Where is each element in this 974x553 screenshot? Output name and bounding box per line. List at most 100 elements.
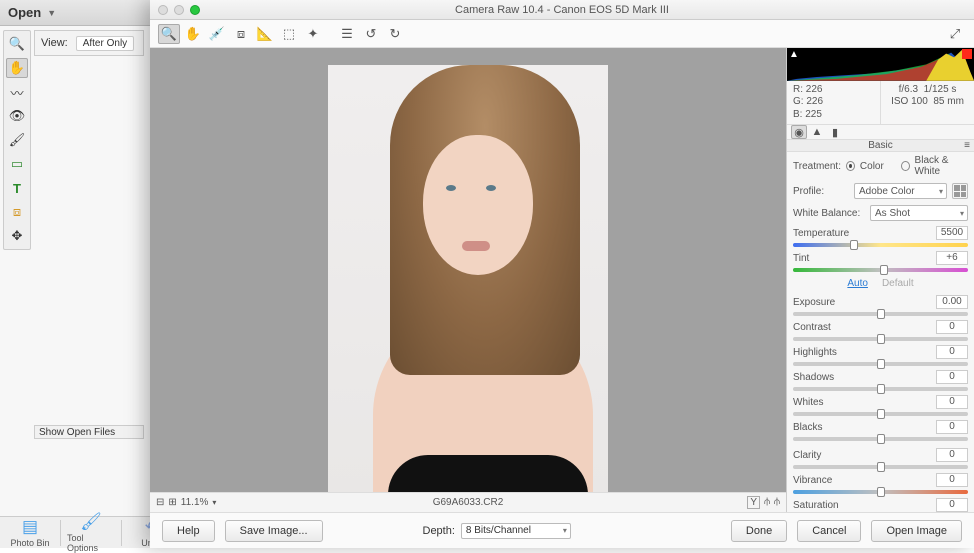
white-balance-select[interactable]: As Shot bbox=[870, 205, 968, 221]
window-controls[interactable] bbox=[158, 5, 200, 15]
exposure-value[interactable]: 0.00 bbox=[936, 295, 968, 309]
lens-value: 85 mm bbox=[933, 96, 964, 107]
rotate-cw-icon[interactable]: ↻ bbox=[384, 24, 406, 44]
saturation-value[interactable]: 0 bbox=[936, 498, 968, 512]
depth-select[interactable]: 8 Bits/Channel bbox=[461, 523, 571, 539]
shadow-clip-icon[interactable]: ▲ bbox=[789, 49, 799, 59]
tint-value[interactable]: +6 bbox=[936, 251, 968, 265]
highlights-value[interactable]: 0 bbox=[936, 345, 968, 359]
rotate-ccw-icon[interactable]: ↺ bbox=[360, 24, 382, 44]
rgb-g: 226 bbox=[806, 96, 823, 107]
zoom-tool-icon[interactable]: 🔍 bbox=[158, 24, 180, 44]
shadows-value[interactable]: 0 bbox=[936, 370, 968, 384]
open-menu[interactable]: Open bbox=[8, 5, 41, 20]
preview-footer: ⊟ ⊞ 11.1% ▾ G69A6033.CR2 Y ⫛ ⫛ bbox=[150, 492, 786, 512]
fullscreen-icon[interactable]: ⤢ bbox=[944, 24, 966, 44]
view-bar: View: After Only bbox=[34, 30, 144, 56]
rgb-b: 225 bbox=[805, 109, 822, 120]
white-balance-tool-icon[interactable]: 💉 bbox=[206, 24, 228, 44]
save-image-button[interactable]: Save Image... bbox=[225, 520, 323, 542]
tool-options-button[interactable]: 🖌Tool Options bbox=[67, 512, 115, 553]
saturation-slider[interactable]: Saturation0 bbox=[787, 496, 974, 512]
iso-value: ISO 100 bbox=[891, 96, 928, 107]
panel-menu-icon[interactable]: ≡ bbox=[964, 140, 970, 151]
rgb-r: 226 bbox=[806, 84, 823, 95]
profile-select[interactable]: Adobe Color bbox=[854, 183, 947, 199]
preview-image bbox=[328, 65, 608, 495]
eye-tool-icon[interactable]: 👁 bbox=[6, 106, 28, 126]
contrast-slider[interactable]: Contrast0 bbox=[787, 318, 974, 343]
done-button[interactable]: Done bbox=[731, 520, 787, 542]
profile-browser-icon[interactable] bbox=[952, 183, 968, 199]
view-mode-select[interactable]: After Only bbox=[76, 36, 134, 51]
aperture-value: f/6.3 bbox=[899, 84, 918, 95]
treatment-row: Treatment: Color Black & White bbox=[787, 152, 974, 180]
straighten-tool-icon[interactable]: 📐 bbox=[254, 24, 276, 44]
basic-tab-icon[interactable]: ◉ bbox=[791, 125, 807, 139]
exposure-slider[interactable]: Exposure0.00 bbox=[787, 293, 974, 318]
lasso-tool-icon[interactable]: 〰 bbox=[6, 82, 28, 102]
treatment-color-radio[interactable] bbox=[846, 161, 855, 171]
transform-tool-icon[interactable]: ⬚ bbox=[278, 24, 300, 44]
temperature-slider[interactable]: Temperature5500 bbox=[787, 224, 974, 249]
clarity-value[interactable]: 0 bbox=[936, 448, 968, 462]
profile-row: Profile: Adobe Color bbox=[787, 180, 974, 202]
highlights-slider[interactable]: Highlights0 bbox=[787, 343, 974, 368]
crop-tool-icon[interactable]: ⧈ bbox=[6, 202, 28, 222]
vibrance-value[interactable]: 0 bbox=[936, 473, 968, 487]
hand-tool-icon[interactable]: ✋ bbox=[6, 58, 28, 78]
hand-tool-icon[interactable]: ✋ bbox=[182, 24, 204, 44]
tool-options-icon: 🖌 bbox=[80, 512, 102, 532]
view-label: View: bbox=[41, 37, 68, 49]
auto-link[interactable]: Auto bbox=[847, 278, 868, 289]
crop-tool-icon[interactable]: ⧈ bbox=[230, 24, 252, 44]
readout: R: 226 G: 226 B: 225 f/6.3 1/125 s ISO 1… bbox=[787, 81, 974, 126]
titlebar: Camera Raw 10.4 - Canon EOS 5D Mark III bbox=[150, 0, 974, 20]
contrast-value[interactable]: 0 bbox=[936, 320, 968, 334]
preview-area[interactable]: ⊟ ⊞ 11.1% ▾ G69A6033.CR2 Y ⫛ ⫛ bbox=[150, 48, 786, 512]
text-tool-icon[interactable]: T bbox=[6, 178, 28, 198]
divider bbox=[121, 520, 122, 546]
help-button[interactable]: Help bbox=[162, 520, 215, 542]
cancel-button[interactable]: Cancel bbox=[797, 520, 861, 542]
highlight-clip-icon[interactable] bbox=[962, 49, 972, 59]
dialog-button-bar: Help Save Image... Depth: 8 Bits/Channel… bbox=[150, 512, 974, 548]
filmstrip-icon[interactable]: ☰ bbox=[336, 24, 358, 44]
treatment-bw-radio[interactable] bbox=[901, 161, 910, 171]
blacks-slider[interactable]: Blacks0 bbox=[787, 418, 974, 443]
filename-label: G69A6033.CR2 bbox=[150, 497, 786, 508]
shadows-slider[interactable]: Shadows0 bbox=[787, 368, 974, 393]
brush-tool-icon[interactable]: 🖌 bbox=[6, 130, 28, 150]
blacks-value[interactable]: 0 bbox=[936, 420, 968, 434]
window-title: Camera Raw 10.4 - Canon EOS 5D Mark III bbox=[150, 4, 974, 16]
whites-value[interactable]: 0 bbox=[936, 395, 968, 409]
panel-tabs: ◉ ▲ ▮ bbox=[787, 125, 974, 140]
default-link[interactable]: Default bbox=[882, 278, 914, 289]
camera-raw-toolbar: 🔍 ✋ 💉 ⧈ 📐 ⬚ ✦ ☰ ↺ ↻ ⤢ bbox=[150, 20, 974, 48]
spot-removal-tool-icon[interactable]: ✦ bbox=[302, 24, 324, 44]
adjustments-panel: ▲ R: 226 G: 226 B: 225 f/6.3 1/125 s bbox=[786, 48, 974, 512]
histogram[interactable]: ▲ bbox=[787, 48, 974, 81]
shutter-value: 1/125 s bbox=[924, 84, 957, 95]
whites-slider[interactable]: Whites0 bbox=[787, 393, 974, 418]
open-image-button[interactable]: Open Image bbox=[871, 520, 962, 542]
detail-tab-icon[interactable]: ▮ bbox=[827, 125, 843, 139]
clarity-slider[interactable]: Clarity0 bbox=[787, 446, 974, 471]
white-balance-row: White Balance: As Shot bbox=[787, 202, 974, 224]
tone-curve-tab-icon[interactable]: ▲ bbox=[809, 125, 825, 139]
photo-bin-icon: ▤ bbox=[22, 517, 38, 537]
host-toolbox: 🔍 ✋ 〰 👁 🖌 ▭ T ⧈ ✥ bbox=[3, 30, 31, 250]
photo-bin-button[interactable]: ▤Photo Bin bbox=[6, 517, 54, 548]
vibrance-slider[interactable]: Vibrance0 bbox=[787, 471, 974, 496]
divider bbox=[60, 520, 61, 546]
temperature-value[interactable]: 5500 bbox=[936, 226, 968, 240]
clone-tool-icon[interactable]: ▭ bbox=[6, 154, 28, 174]
tint-slider[interactable]: Tint+6 bbox=[787, 249, 974, 274]
section-header: Basic ≡ bbox=[787, 140, 974, 152]
chevron-down-icon: ▼ bbox=[47, 8, 56, 18]
depth-label: Depth: bbox=[423, 525, 455, 537]
zoom-tool-icon[interactable]: 🔍 bbox=[6, 34, 28, 54]
move-tool-icon[interactable]: ✥ bbox=[6, 226, 28, 246]
show-open-files-button[interactable]: Show Open Files bbox=[34, 425, 144, 439]
camera-raw-dialog: Camera Raw 10.4 - Canon EOS 5D Mark III … bbox=[150, 0, 974, 548]
